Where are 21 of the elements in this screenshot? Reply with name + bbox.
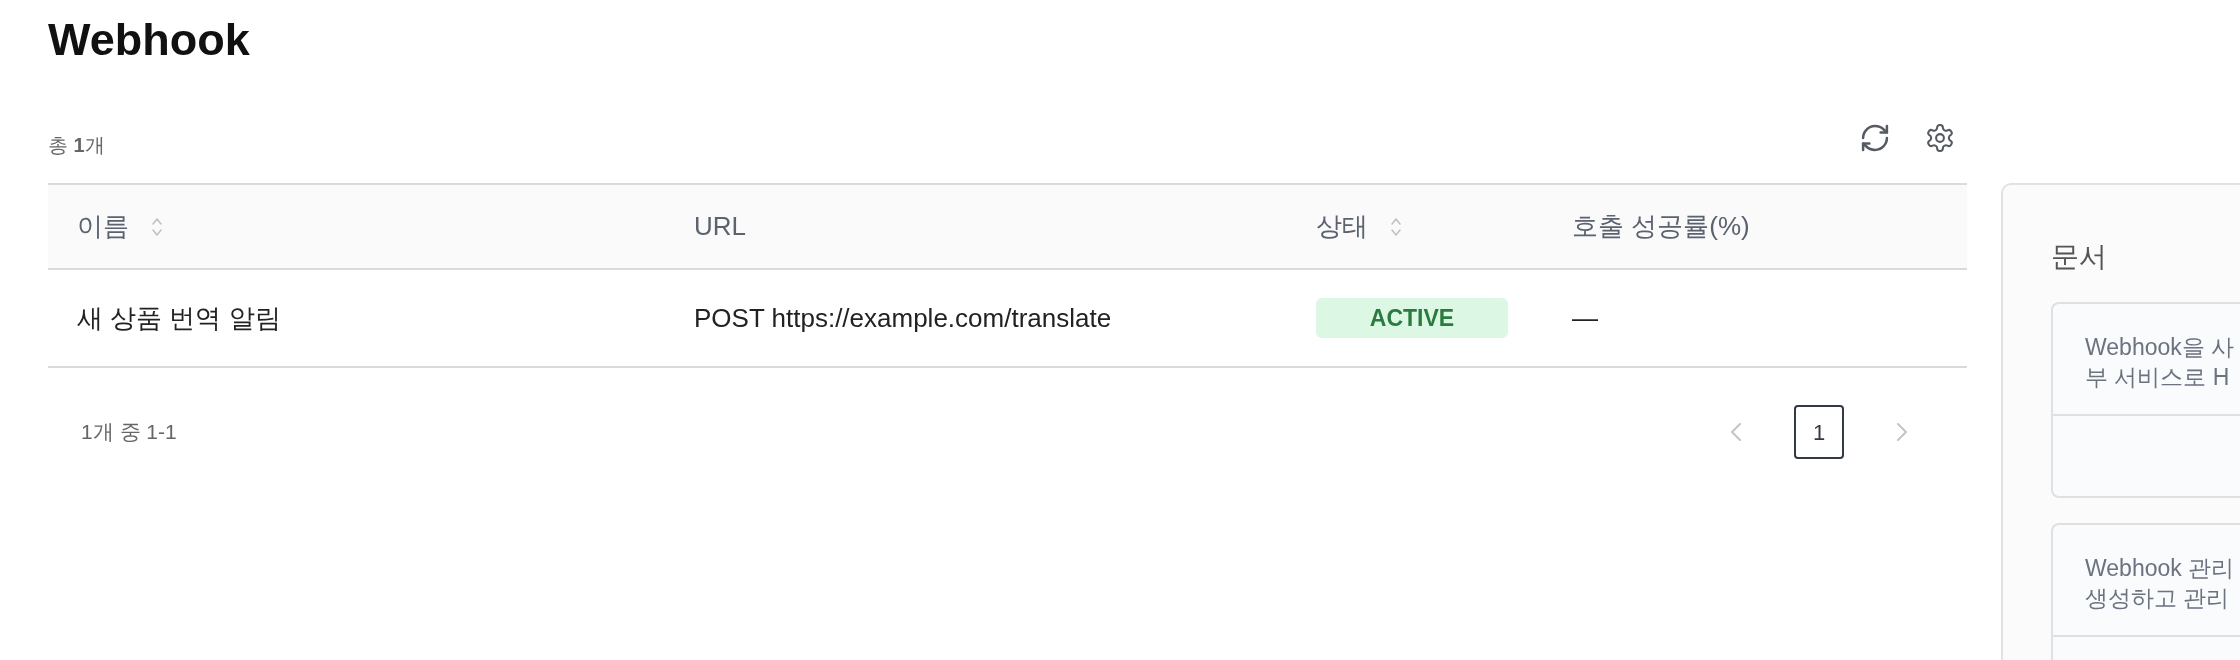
table-cell-text: —	[1572, 301, 1598, 335]
column-header[interactable]: 이름	[77, 207, 163, 246]
status-badge: ACTIVE	[1316, 298, 1508, 338]
table-cell-text: 새 상품 번역 알림	[77, 301, 281, 335]
refresh-icon[interactable]	[1861, 124, 1889, 152]
column-header[interactable]: URL	[694, 207, 746, 246]
doc-description: Webhook 관리 생성하고 관리	[2085, 554, 2235, 613]
column-header[interactable]: 상태	[1316, 207, 1402, 246]
settings-icon[interactable]	[1926, 124, 1954, 152]
doc-description: Webhook을 사 부 서비스로 H	[2085, 333, 2235, 392]
page-button[interactable]: 1	[1794, 405, 1844, 459]
sort-icon[interactable]	[151, 215, 163, 238]
table-cell-text: POST https://example.com/translate	[694, 301, 1112, 335]
item-count: 총 1개	[48, 133, 105, 158]
page-title: Webhook	[48, 13, 250, 64]
pagination-summary: 1개 중 1-1	[81, 419, 177, 446]
panel-title: 문서	[2051, 240, 2107, 274]
doc-card[interactable]: Webhook을 사 부 서비스로 H	[2051, 302, 2240, 498]
column-header[interactable]: 호출 성공률(%)	[1572, 207, 1750, 246]
sort-icon[interactable]	[1390, 215, 1402, 238]
doc-card[interactable]: Webhook 관리 생성하고 관리	[2051, 523, 2240, 660]
